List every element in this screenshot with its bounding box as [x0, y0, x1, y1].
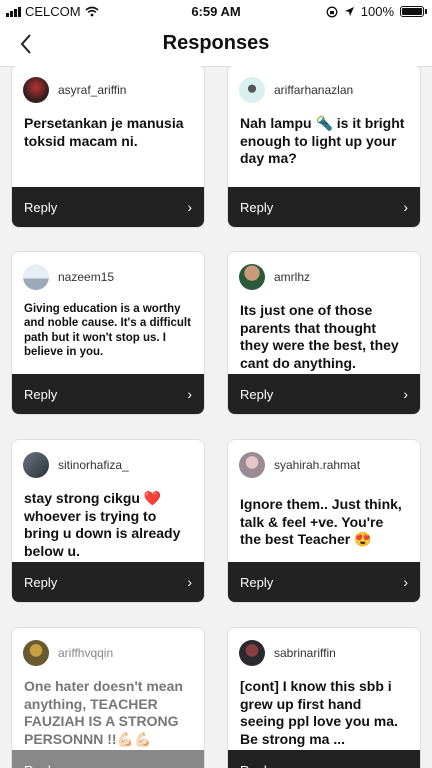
reply-button[interactable]: Reply ›: [228, 187, 420, 227]
reply-button[interactable]: Reply ›: [228, 374, 420, 414]
reply-label: Reply: [24, 199, 58, 215]
avatar[interactable]: [23, 640, 49, 666]
avatar[interactable]: [239, 640, 265, 666]
username[interactable]: syahirah.rahmat: [274, 458, 360, 472]
reply-label: Reply: [24, 386, 58, 402]
response-message: Persetankan je manusia toksid macam ni.: [24, 115, 184, 149]
avatar[interactable]: [23, 264, 49, 290]
username[interactable]: amrlhz: [274, 270, 310, 284]
card-user-row: sitinorhafiza_: [12, 440, 204, 482]
username[interactable]: ariffhvqqin: [58, 646, 113, 660]
status-bar: CELCOM 6:59 AM 100%: [0, 0, 432, 22]
card-user-row: syahirah.rahmat: [228, 440, 420, 482]
username[interactable]: sabrinariffin: [274, 646, 336, 660]
chevron-right-icon: ›: [187, 762, 192, 768]
response-card[interactable]: nazeem15 Giving education is a worthy an…: [11, 251, 205, 415]
reply-button[interactable]: Reply ›: [12, 562, 204, 602]
response-message: Ignore them.. Just think, talk & feel +v…: [240, 496, 402, 547]
avatar[interactable]: [23, 77, 49, 103]
chevron-right-icon: ›: [403, 199, 408, 215]
response-card[interactable]: ariffarhanazlan Nah lampu 🔦 is it bright…: [227, 66, 421, 228]
response-message: Nah lampu 🔦 is it bright enough to light…: [240, 115, 405, 166]
navigation-bar: Responses: [0, 22, 432, 67]
response-message: Its just one of those parents that thoug…: [240, 302, 399, 371]
reply-label: Reply: [24, 574, 58, 590]
username[interactable]: sitinorhafiza_: [58, 458, 129, 472]
username[interactable]: asyraf_ariffin: [58, 83, 126, 97]
reply-button[interactable]: Reply ›: [12, 374, 204, 414]
reply-label: Reply: [240, 763, 273, 768]
response-card[interactable]: sitinorhafiza_ stay strong cikgu ❤️ whoe…: [11, 439, 205, 603]
card-user-row: amrlhz: [228, 252, 420, 294]
response-card[interactable]: asyraf_ariffin Persetankan je manusia to…: [11, 66, 205, 228]
reply-label: Reply: [24, 763, 57, 768]
reply-label: Reply: [240, 199, 274, 215]
response-message: [cont] I know this sbb i grew up first h…: [240, 678, 398, 747]
avatar[interactable]: [23, 452, 49, 478]
chevron-right-icon: ›: [403, 762, 408, 768]
username[interactable]: nazeem15: [58, 270, 114, 284]
response-message: stay strong cikgu ❤️ whoever is trying t…: [24, 490, 181, 559]
card-user-row: ariffhvqqin: [12, 628, 204, 670]
chevron-right-icon: ›: [403, 386, 408, 402]
battery-percent: 100%: [360, 4, 394, 19]
response-card[interactable]: amrlhz Its just one of those parents tha…: [227, 251, 421, 415]
chevron-right-icon: ›: [187, 574, 192, 590]
responses-grid: asyraf_ariffin Persetankan je manusia to…: [0, 66, 432, 768]
chevron-right-icon: ›: [403, 574, 408, 590]
chevron-right-icon: ›: [187, 199, 192, 215]
response-message: One hater doesn't mean anything, TEACHER…: [24, 678, 183, 747]
reply-button[interactable]: Reply ›: [228, 750, 420, 768]
card-user-row: ariffarhanazlan: [228, 66, 420, 107]
card-user-row: nazeem15: [12, 252, 204, 294]
card-user-row: asyraf_ariffin: [12, 66, 204, 107]
response-message: Giving education is a worthy and noble c…: [24, 303, 191, 359]
card-user-row: sabrinariffin: [228, 628, 420, 670]
reply-label: Reply: [240, 574, 274, 590]
reply-button[interactable]: Reply ›: [12, 187, 204, 227]
username[interactable]: ariffarhanazlan: [274, 83, 353, 97]
reply-button[interactable]: Reply ›: [12, 750, 204, 768]
rotation-lock-icon: [326, 6, 338, 17]
location-icon: [344, 7, 354, 16]
reply-button[interactable]: Reply ›: [228, 562, 420, 602]
avatar[interactable]: [239, 452, 265, 478]
response-card[interactable]: sabrinariffin [cont] I know this sbb i g…: [227, 627, 421, 768]
response-card[interactable]: ariffhvqqin One hater doesn't mean anyth…: [11, 627, 205, 768]
response-card[interactable]: syahirah.rahmat Ignore them.. Just think…: [227, 439, 421, 603]
avatar[interactable]: [239, 77, 265, 103]
chevron-right-icon: ›: [187, 386, 192, 402]
battery-icon: [400, 6, 427, 17]
reply-label: Reply: [240, 386, 274, 402]
page-title: Responses: [162, 32, 270, 54]
avatar[interactable]: [239, 264, 265, 290]
